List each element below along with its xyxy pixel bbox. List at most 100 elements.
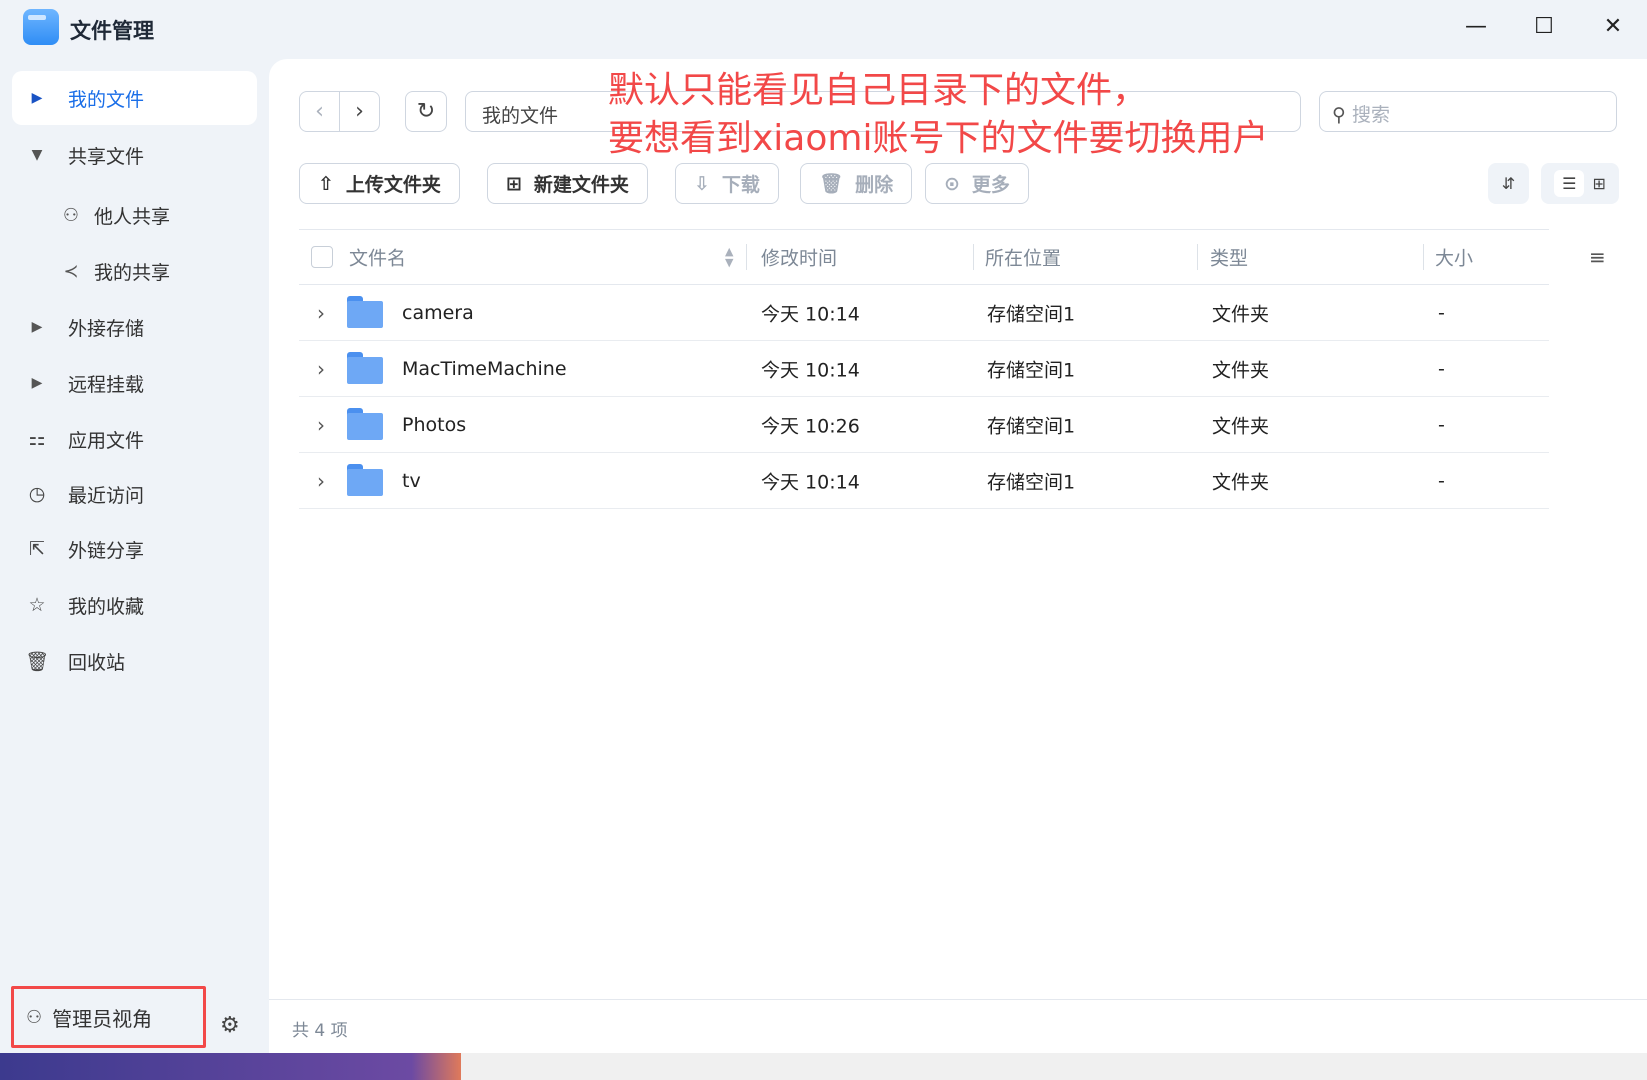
admin-view-label: 管理员视角	[52, 1006, 153, 1031]
new-folder-button[interactable]: ⊞ 新建文件夹	[487, 163, 648, 204]
external-share-icon: ⇱	[29, 538, 45, 560]
expand-chevron-icon[interactable]: ›	[317, 357, 325, 381]
list-view-icon[interactable]: ☰	[1554, 170, 1585, 197]
upload-folder-button[interactable]: ⇧ 上传文件夹	[299, 163, 460, 204]
app-title: 文件管理	[70, 19, 154, 43]
sidebar-item-label: 我的文件	[68, 88, 145, 111]
caret-down-icon: ▼	[31, 147, 43, 163]
expand-chevron-icon[interactable]: ›	[317, 469, 325, 493]
sidebar: ▶ 我的文件 ▼ 共享文件 ⚇ 他人共享 ≺ 我的共享 ▶ 外接存储 ▶ 远程挂载 ⚏ 应用文…	[0, 59, 269, 1053]
sidebar-item-app-files[interactable]: ⚏ 应用文件	[12, 412, 257, 466]
back-button[interactable]: ‹	[299, 91, 340, 132]
user-lock-icon: ⚇	[26, 1006, 43, 1028]
more-button[interactable]: ⊙ 更多	[925, 163, 1029, 204]
title-bar: 文件管理 — ☐ ✕	[0, 0, 1647, 59]
sidebar-item-shared-with-me[interactable]: ⚇ 他人共享	[12, 188, 257, 242]
minimize-button[interactable]: —	[1458, 12, 1494, 42]
folder-icon	[347, 408, 383, 440]
sidebar-item-label: 共享文件	[68, 145, 145, 168]
folder-icon	[347, 464, 383, 496]
expand-chevron-icon[interactable]: ›	[317, 413, 325, 437]
settings-gear-icon[interactable]: ⚙	[220, 1013, 240, 1038]
file-size: -	[1438, 301, 1445, 324]
button-label: 新建文件夹	[533, 174, 629, 196]
table-row[interactable]: › camera 今天 10:14 存储空间1 文件夹 -	[299, 285, 1549, 341]
file-name[interactable]: tv	[402, 470, 421, 492]
file-type: 文件夹	[1212, 415, 1270, 437]
close-button[interactable]: ✕	[1595, 12, 1631, 42]
file-table: 文件名 ▲ ▼ 修改时间 所在位置 类型 大小 ≡ › camera 今天 10:…	[299, 229, 1606, 509]
sidebar-item-label: 我的收藏	[68, 595, 145, 618]
select-all-checkbox[interactable]	[311, 246, 333, 268]
button-label: 更多	[971, 174, 1010, 196]
sidebar-item-remote-mount[interactable]: ▶ 远程挂载	[12, 356, 257, 410]
caret-right-icon: ▶	[31, 319, 43, 335]
modified-time: 今天 10:14	[761, 471, 860, 493]
admin-view-button[interactable]: ⚇ 管理员视角	[11, 986, 206, 1048]
download-button[interactable]: ⇩ 下载	[675, 163, 779, 204]
header-name[interactable]: 文件名	[349, 244, 406, 271]
header-size[interactable]: 大小	[1435, 244, 1473, 271]
modified-time: 今天 10:14	[761, 359, 860, 381]
table-row[interactable]: › tv 今天 10:14 存储空间1 文件夹 -	[299, 453, 1549, 509]
table-row[interactable]: › MacTimeMachine 今天 10:14 存储空间1 文件夹 -	[299, 341, 1549, 397]
sidebar-item-label: 外链分享	[68, 539, 145, 562]
file-name[interactable]: MacTimeMachine	[402, 358, 567, 380]
apps-icon: ⚏	[28, 428, 46, 450]
sidebar-item-link-share[interactable]: ⇱ 外链分享	[12, 522, 257, 576]
file-type: 文件夹	[1212, 359, 1270, 381]
view-toggle: ☰ ⊞	[1541, 163, 1619, 204]
column-settings-icon[interactable]: ≡	[1589, 245, 1606, 269]
location: 存储空间1	[987, 303, 1076, 325]
search-input[interactable]: ⚲ 搜索	[1319, 91, 1617, 132]
sort-arrows-icon[interactable]: ▲ ▼	[725, 246, 733, 268]
refresh-button[interactable]: ↻	[405, 91, 447, 132]
refresh-icon: ↻	[416, 99, 436, 124]
modified-time: 今天 10:26	[761, 415, 860, 437]
sidebar-item-label: 回收站	[68, 651, 126, 674]
sidebar-item-label: 远程挂载	[68, 373, 145, 396]
file-name[interactable]: camera	[402, 302, 474, 324]
upload-icon: ⇧	[318, 172, 334, 195]
file-name[interactable]: Photos	[402, 414, 466, 436]
sidebar-item-external-storage[interactable]: ▶ 外接存储	[12, 300, 257, 354]
sidebar-item-my-shares[interactable]: ≺ 我的共享	[12, 244, 257, 298]
button-label: 上传文件夹	[345, 174, 441, 196]
sidebar-item-shared-files[interactable]: ▼ 共享文件	[12, 128, 257, 182]
trash-icon: 🗑	[24, 650, 50, 673]
sidebar-item-recent[interactable]: ◷ 最近访问	[12, 467, 257, 521]
share-icon: ≺	[63, 260, 79, 282]
sidebar-item-label: 应用文件	[68, 429, 145, 452]
sidebar-item-label: 我的共享	[94, 261, 171, 284]
sidebar-item-label: 外接存储	[68, 317, 145, 340]
header-type[interactable]: 类型	[1210, 244, 1248, 271]
more-icon: ⊙	[944, 172, 960, 195]
button-label: 下载	[721, 174, 760, 196]
desktop-background	[0, 1053, 1647, 1080]
header-modified[interactable]: 修改时间	[761, 244, 837, 271]
sidebar-item-my-files[interactable]: ▶ 我的文件	[12, 71, 257, 125]
folder-icon	[347, 352, 383, 384]
table-row[interactable]: › Photos 今天 10:26 存储空间1 文件夹 -	[299, 397, 1549, 453]
file-size: -	[1438, 413, 1445, 436]
expand-chevron-icon[interactable]: ›	[317, 301, 325, 325]
delete-button[interactable]: 🗑 删除	[800, 163, 913, 204]
caret-right-icon: ▶	[31, 375, 43, 391]
app-logo-icon	[23, 9, 59, 45]
sidebar-item-trash[interactable]: 🗑 回收站	[12, 634, 257, 688]
location: 存储空间1	[987, 471, 1076, 493]
forward-button[interactable]: ›	[339, 91, 380, 132]
header-location[interactable]: 所在位置	[985, 244, 1061, 271]
sort-icon: ⇵	[1501, 174, 1516, 193]
modified-time: 今天 10:14	[761, 303, 860, 325]
annotation-line-1: 默认只能看见自己目录下的文件，	[608, 70, 1149, 111]
item-count: 共 4 项	[292, 1021, 348, 1041]
maximize-button[interactable]: ☐	[1526, 12, 1562, 42]
clock-icon: ◷	[28, 483, 46, 505]
caret-right-icon: ▶	[31, 90, 43, 106]
grid-view-icon[interactable]: ⊞	[1592, 174, 1605, 193]
sidebar-item-favorites[interactable]: ☆ 我的收藏	[12, 578, 257, 632]
folder-icon	[347, 296, 383, 328]
sort-button[interactable]: ⇵	[1488, 163, 1529, 204]
table-header: 文件名 ▲ ▼ 修改时间 所在位置 类型 大小 ≡	[299, 229, 1606, 285]
